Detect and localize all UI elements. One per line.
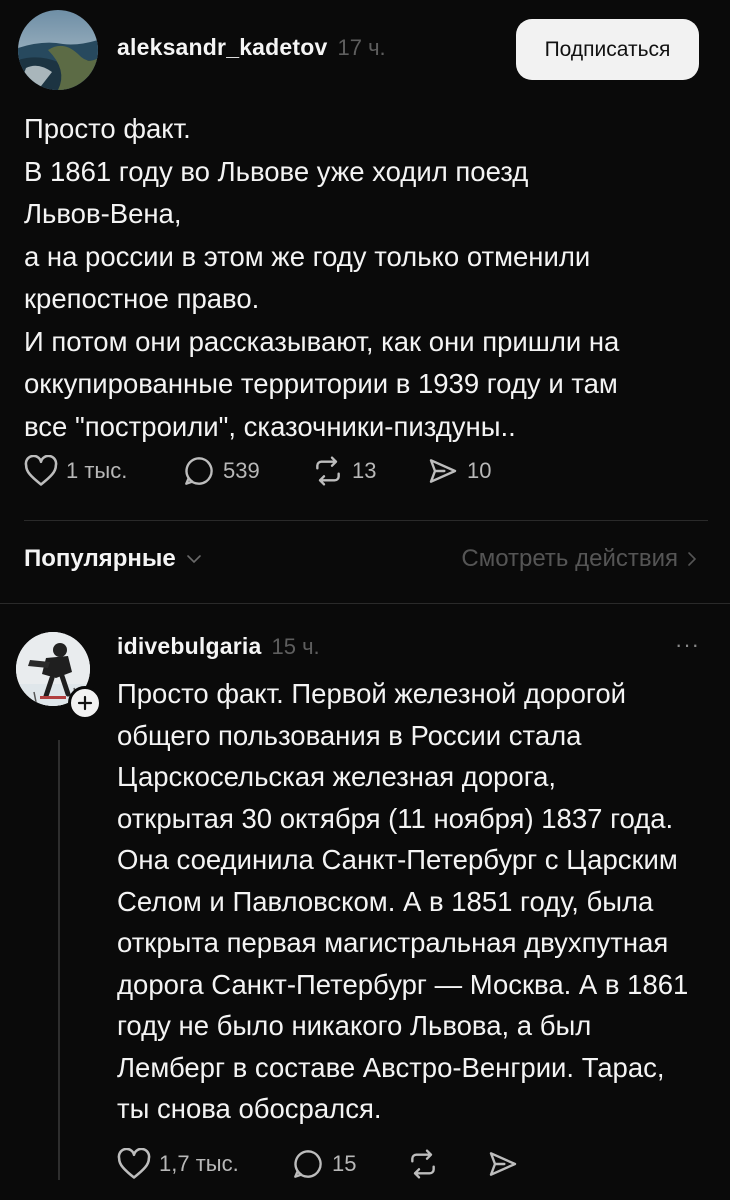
sort-label: Популярные (24, 545, 176, 572)
post-line: И потом они рассказывают, как они пришли… (24, 325, 620, 357)
comment-repost-button[interactable] (407, 1148, 439, 1180)
share-count: 10 (467, 458, 492, 483)
repost-icon (316, 456, 340, 486)
divider (24, 520, 708, 521)
plus-icon (77, 695, 93, 711)
thread-line (58, 740, 60, 1180)
chevron-right-icon (688, 552, 697, 566)
comment-reply-count: 15 (332, 1151, 357, 1176)
comment-body: Просто факт. Первой железной дорогой общ… (117, 673, 717, 1130)
sort-dropdown[interactable]: Популярные (24, 545, 204, 573)
post-line: все "построили", сказочники-пиздуны.. (24, 410, 516, 442)
more-options-button[interactable]: ··· (675, 632, 700, 658)
post-line: В 1861 году во Львове уже ходил поезд (24, 155, 529, 187)
send-icon (429, 459, 457, 483)
comment-line: Лемберг в составе Австро-Венгрии. Тарас, (117, 1051, 665, 1083)
chevron-down-icon (186, 555, 201, 564)
post-line: оккупированные территории в 1939 году и … (24, 368, 618, 399)
post-line: Просто факт. (24, 113, 191, 144)
heart-icon (24, 455, 58, 486)
view-activity-link[interactable]: Смотреть действия (461, 545, 698, 573)
repost-button[interactable]: 13 (312, 455, 376, 487)
post-line: крепостное право. (24, 283, 260, 314)
commenter-username[interactable]: idivebulgaria (117, 633, 261, 660)
comment-line: Она соединила Санкт-Петербург с Царским (117, 844, 678, 875)
view-activity-label: Смотреть действия (461, 545, 678, 572)
heart-icon (117, 1148, 151, 1179)
comment-like-button[interactable]: 1,7 тыс. (117, 1148, 239, 1180)
comment-meta: idivebulgaria 15 ч. (117, 633, 320, 660)
speech-bubble-icon (294, 1150, 322, 1178)
post-meta: aleksandr_kadetov 17 ч. (117, 34, 386, 61)
like-count: 1 тыс. (66, 458, 128, 483)
like-button[interactable]: 1 тыс. (24, 455, 127, 487)
comment-line: ты снова обосрался. (117, 1093, 382, 1124)
comment-line: Просто факт. Первой железной дорогой (117, 678, 626, 709)
commenter-avatar-wrap[interactable] (16, 632, 102, 720)
comment-reply-button[interactable]: 15 (292, 1148, 356, 1180)
comment-line: открыта первая магистральная двухпутная (117, 927, 669, 958)
comment-line: году не было никакого Львова, а был (117, 1010, 592, 1041)
comment-line: Селом и Павловском. А в 1851 году, была (117, 885, 654, 917)
comment-timestamp: 15 ч. (271, 634, 320, 659)
comment-share-button[interactable] (487, 1148, 519, 1180)
author-username[interactable]: aleksandr_kadetov (117, 34, 328, 61)
share-button[interactable]: 10 (427, 455, 491, 487)
comment-like-count: 1,7 тыс. (159, 1151, 239, 1176)
post-line: а на россии в этом же году только отмени… (24, 240, 591, 272)
comment-line: открытая 30 октября (11 ноября) 1837 год… (117, 802, 674, 834)
comment-button[interactable]: 539 (183, 455, 260, 487)
repost-count: 13 (352, 458, 377, 483)
comment-line: дорога Санкт-Петербург — Москва. А в 186… (117, 968, 689, 1000)
post-timestamp: 17 ч. (337, 35, 386, 60)
speech-bubble-icon (185, 457, 213, 485)
section-divider (0, 603, 730, 604)
send-icon (489, 1152, 517, 1176)
follow-plus-button[interactable] (68, 686, 102, 720)
post-body: Просто факт. В 1861 году во Львове уже х… (24, 108, 714, 448)
comment-line: Царскосельская железная дорога, (117, 761, 557, 792)
author-avatar[interactable] (18, 10, 98, 90)
follow-button[interactable]: Подписаться (516, 19, 699, 80)
repost-icon (411, 1149, 435, 1179)
comment-count: 539 (223, 458, 260, 483)
post-line: Львов-Вена, (24, 198, 182, 229)
comment-line: общего пользования в России стала (117, 719, 582, 751)
